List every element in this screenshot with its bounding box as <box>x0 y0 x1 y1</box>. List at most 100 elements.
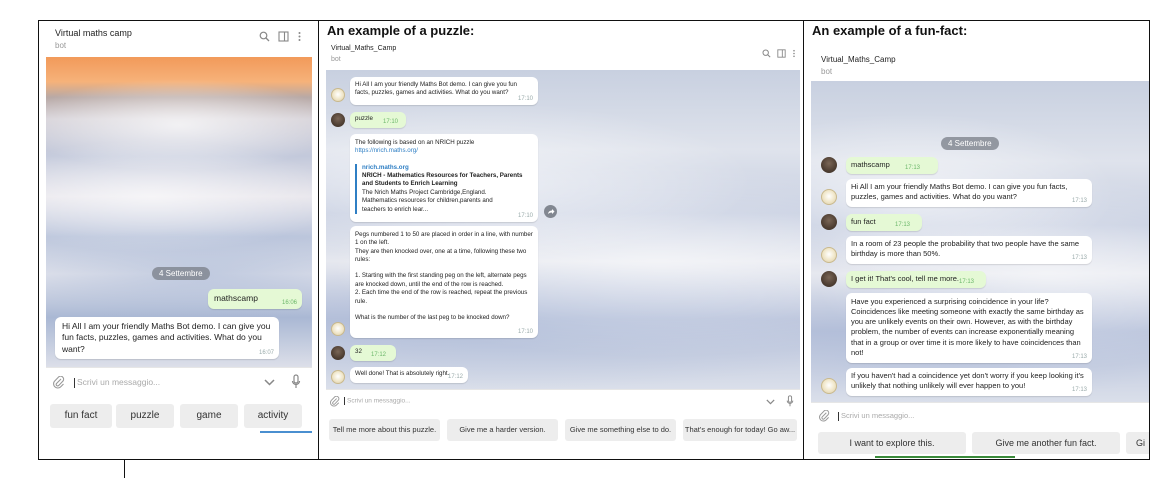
user-avatar <box>331 113 345 127</box>
user-avatar <box>821 157 837 173</box>
message-time: 17:13 <box>1071 353 1087 360</box>
message-text: 2. Each time the end of the row is reach… <box>355 289 528 305</box>
bot-avatar <box>821 247 837 263</box>
chevron-down-icon[interactable] <box>264 379 275 386</box>
message-input[interactable]: Scrivi un messaggio... <box>344 397 411 405</box>
preview-title: NRICH - Mathematics Resources for Teache… <box>362 172 523 188</box>
keyboard-button-explore[interactable]: I want to explore this. <box>818 432 966 454</box>
chat-window-puzzle: Virtual_Maths_Camp bot Hi All I am your … <box>326 41 800 449</box>
message-text: Hi All I am your friendly Maths Bot demo… <box>355 81 517 97</box>
message-bubble-out: mathscamp 16:06 <box>208 289 302 309</box>
user-avatar <box>821 214 837 230</box>
message-bubble-out: I get it! That's cool, tell me more. 17:… <box>846 271 986 288</box>
more-vert-icon[interactable] <box>297 31 302 42</box>
message-bubble-in-link: The following is based on an NRICH puzzl… <box>350 134 538 222</box>
message-bubble-out: mathscamp 17:13 <box>846 157 938 174</box>
message-link[interactable]: https://nrich.maths.org/ <box>355 147 533 155</box>
chat-header: Virtual maths camp bot <box>46 22 312 57</box>
keyboard-button-another-fact[interactable]: Give me another fun fact. <box>972 432 1120 454</box>
chat-background: 4 Settembre mathscamp 17:13 Hi All I am … <box>811 81 1149 402</box>
chat-window-main: Virtual maths camp bot 4 Settembre maths… <box>46 22 312 458</box>
keyboard-button-tell-more[interactable]: Tell me more about this puzzle. <box>329 419 440 441</box>
message-input[interactable]: Scrivi un messaggio... <box>838 411 914 421</box>
message-text: mathscamp <box>851 160 890 169</box>
microphone-icon[interactable] <box>291 374 301 389</box>
message-time: 17:10 <box>517 328 533 335</box>
caption-puzzle: An example of a puzzle: <box>327 23 475 38</box>
message-text: Hi All I am your friendly Maths Bot demo… <box>851 182 1068 202</box>
message-input-bar: Scrivi un messaggio... <box>811 402 1149 428</box>
message-text: If you haven't had a coincidence yet don… <box>851 371 1084 391</box>
keyboard-button-enough[interactable]: That's enough for today! Go aw... <box>683 419 797 441</box>
preview-description: The Nrich Maths Project Cambridge,Englan… <box>362 188 493 213</box>
keyboard-button-fun-fact[interactable]: fun fact <box>50 404 112 428</box>
message-input[interactable]: Scrivi un messaggio... <box>74 377 160 388</box>
keyboard-button-harder[interactable]: Give me a harder version. <box>447 419 558 441</box>
paperclip-icon[interactable] <box>53 376 65 389</box>
message-time: 17:13 <box>958 278 974 285</box>
message-bubble-in: Well done! That is absolutely right. 17:… <box>350 367 468 383</box>
scroll-indicator <box>260 431 312 433</box>
chat-subtitle: bot <box>331 56 341 63</box>
column-divider <box>318 20 319 460</box>
message-bubble-in: If you haven't had a coincidence yet don… <box>846 368 1092 396</box>
search-icon[interactable] <box>259 31 270 42</box>
message-input-bar: Scrivi un messaggio... <box>326 389 800 413</box>
bot-keyboard: fun fact puzzle game activity <box>46 397 312 458</box>
message-bubble-out: puzzle 17:10 <box>350 112 406 128</box>
chat-subtitle: bot <box>821 67 833 76</box>
bot-keyboard: Tell me more about this puzzle. Give me … <box>326 413 800 449</box>
user-avatar <box>821 271 837 287</box>
message-text: Pegs numbered 1 to 50 are placed in orde… <box>355 231 533 247</box>
message-time: 16:07 <box>258 349 274 356</box>
link-preview[interactable]: nrich.maths.org NRICH - Mathematics Reso… <box>355 163 533 214</box>
keyboard-button-something-else[interactable]: Give me something else to do. <box>565 419 676 441</box>
text-cursor-mark <box>124 460 125 478</box>
message-text: I get it! That's cool, tell me more. <box>851 274 960 283</box>
message-bubble-in: In a room of 23 people the probability t… <box>846 236 1092 264</box>
keyboard-button-puzzle[interactable]: puzzle <box>116 404 174 428</box>
chat-background: Hi All I am your friendly Maths Bot demo… <box>326 70 800 389</box>
date-badge: 4 Settembre <box>941 137 999 150</box>
message-time: 17:12 <box>447 373 463 380</box>
share-icon[interactable] <box>544 205 557 218</box>
preview-site: nrich.maths.org <box>362 163 409 171</box>
message-time: 17:10 <box>382 118 398 125</box>
paperclip-icon[interactable] <box>330 396 340 407</box>
sidebar-toggle-icon[interactable] <box>278 31 289 42</box>
message-bubble-in: Have you experienced a surprising coinci… <box>846 293 1092 363</box>
message-bubble-in: Pegs numbered 1 to 50 are placed in orde… <box>350 226 538 338</box>
keyboard-button-game[interactable]: game <box>180 404 238 428</box>
message-text: puzzle <box>355 115 373 122</box>
keyboard-button-truncated[interactable]: Gi <box>1126 432 1149 454</box>
message-time: 17:13 <box>1071 254 1087 261</box>
message-bubble-in: Hi All I am your friendly Maths Bot demo… <box>350 77 538 105</box>
column-divider <box>803 20 804 460</box>
message-text: Hi All I am your friendly Maths Bot demo… <box>62 321 271 354</box>
sidebar-toggle-icon[interactable] <box>777 49 786 58</box>
user-avatar <box>331 346 345 360</box>
chat-title: Virtual_Maths_Camp <box>331 45 397 52</box>
message-bubble-out: fun fact 17:13 <box>846 214 922 231</box>
more-vert-icon[interactable] <box>792 49 796 58</box>
message-input-bar: Scrivi un messaggio... <box>46 367 312 397</box>
keyboard-button-activity[interactable]: activity <box>244 404 302 428</box>
scroll-indicator <box>875 456 1015 458</box>
bot-avatar <box>331 370 345 384</box>
bot-keyboard: I want to explore this. Give me another … <box>811 428 1149 459</box>
message-text: mathscamp <box>214 293 258 303</box>
caption-funfact: An example of a fun-fact: <box>812 23 968 38</box>
message-bubble-in: Hi All I am your friendly Maths Bot demo… <box>846 179 1092 207</box>
search-icon[interactable] <box>762 49 771 58</box>
chat-title: Virtual maths camp <box>55 28 132 38</box>
chat-header: Virtual_Maths_Camp bot <box>811 41 1149 81</box>
message-text: fun fact <box>851 217 876 226</box>
message-time: 17:10 <box>517 212 533 219</box>
microphone-icon[interactable] <box>786 395 794 407</box>
chat-title: Virtual_Maths_Camp <box>821 55 896 64</box>
paperclip-icon[interactable] <box>819 410 830 422</box>
message-text: They are then knocked over, one at a tim… <box>355 247 527 264</box>
message-time: 17:13 <box>894 221 910 228</box>
message-bubble-out: 32 17:12 <box>350 345 396 361</box>
chevron-down-icon[interactable] <box>766 399 775 405</box>
